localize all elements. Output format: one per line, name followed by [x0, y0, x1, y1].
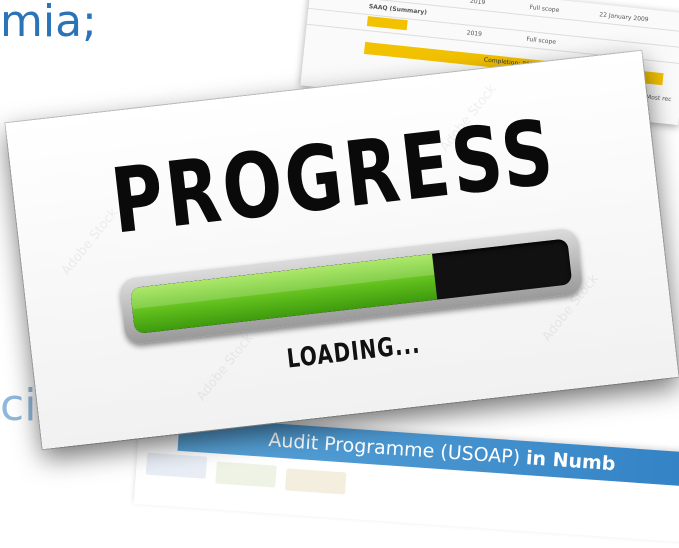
slide-heading-fragment: mia; [0, 0, 97, 47]
progress-shine [129, 253, 434, 309]
thumbnail [215, 461, 277, 488]
side-note: Most rec [645, 93, 672, 104]
table-cell: 2019 [469, 0, 486, 7]
progress-card: Adobe Stock Adobe Stock Adobe Stock Adob… [5, 50, 679, 450]
table-cell: Full scope [529, 3, 560, 15]
thumbnail [285, 468, 347, 495]
table-cell: SAAQ (Summary) [368, 3, 428, 17]
usoap-banner: Audit Programme (USOAP) in Numb [133, 414, 679, 546]
table-cell: 2019 [466, 29, 483, 39]
table-cell: 22 January 2009 [598, 11, 649, 24]
banner-title-bold: in Numb [525, 447, 617, 476]
thumbnail [145, 452, 208, 479]
table-cell: Full scope [525, 35, 557, 46]
progress-fill [129, 253, 437, 334]
